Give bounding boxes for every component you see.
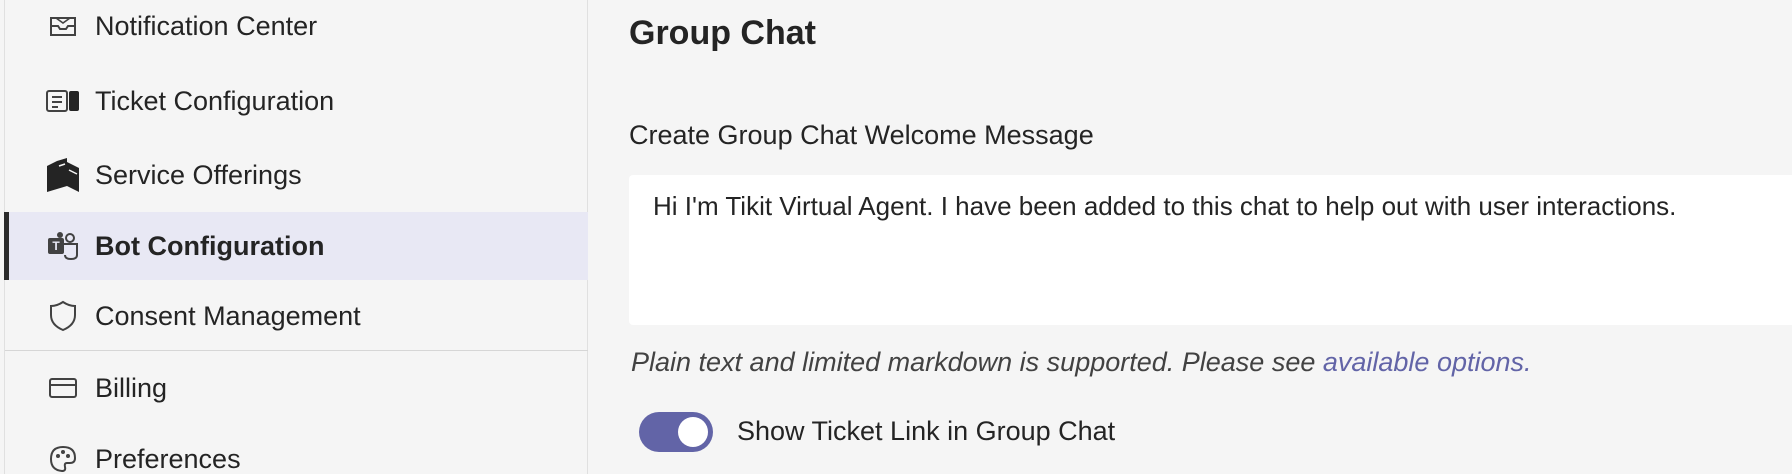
sidebar-item-label: Notification Center [95, 10, 318, 41]
sidebar-item-label: Preferences [95, 443, 241, 474]
sidebar-item-billing[interactable]: Billing [5, 354, 588, 422]
notification-center-icon [43, 6, 83, 46]
active-indicator [4, 212, 9, 280]
sidebar-item-service-offerings[interactable]: Service Offerings [5, 141, 588, 209]
help-text: Plain text and limited markdown is suppo… [631, 347, 1532, 378]
sidebar-item-consent-management[interactable]: Consent Management [5, 282, 588, 350]
sidebar-item-ticket-configuration[interactable]: Ticket Configuration [5, 67, 588, 135]
app-window: Notification Center Ticket Configuration [0, 0, 1792, 474]
welcome-message-input[interactable]: Hi I'm Tikit Virtual Agent. I have been … [629, 175, 1792, 325]
sidebar-item-bot-configuration[interactable]: T Bot Configuration [4, 212, 588, 280]
bot-configuration-icon: T [43, 226, 83, 266]
sidebar-item-notification-center[interactable]: Notification Center [5, 0, 588, 60]
settings-sidebar: Notification Center Ticket Configuration [0, 0, 588, 474]
ticket-configuration-icon [43, 81, 83, 121]
sidebar-item-label: Billing [95, 372, 168, 403]
svg-text:T: T [52, 239, 60, 253]
sidebar-divider [5, 350, 588, 351]
shield-icon [43, 296, 83, 336]
show-ticket-link-toggle[interactable] [639, 412, 713, 452]
available-options-link[interactable]: available options. [1323, 347, 1532, 377]
sidebar-item-preferences[interactable]: Preferences [5, 425, 588, 474]
welcome-message-label: Create Group Chat Welcome Message [629, 120, 1094, 150]
main-content: Group Chat Create Group Chat Welcome Mes… [589, 0, 1792, 474]
palette-icon [43, 439, 83, 474]
toggle-knob [678, 417, 708, 447]
sidebar-item-label: Bot Configuration [95, 230, 325, 261]
section-title: Group Chat [629, 14, 816, 52]
billing-icon [43, 368, 83, 408]
sidebar-item-label: Consent Management [95, 300, 361, 331]
service-offerings-icon [43, 155, 83, 195]
help-text-body: Plain text and limited markdown is suppo… [631, 347, 1323, 377]
sidebar-item-label: Service Offerings [95, 159, 302, 190]
show-ticket-link-label: Show Ticket Link in Group Chat [737, 416, 1116, 446]
sidebar-item-label: Ticket Configuration [95, 85, 335, 116]
